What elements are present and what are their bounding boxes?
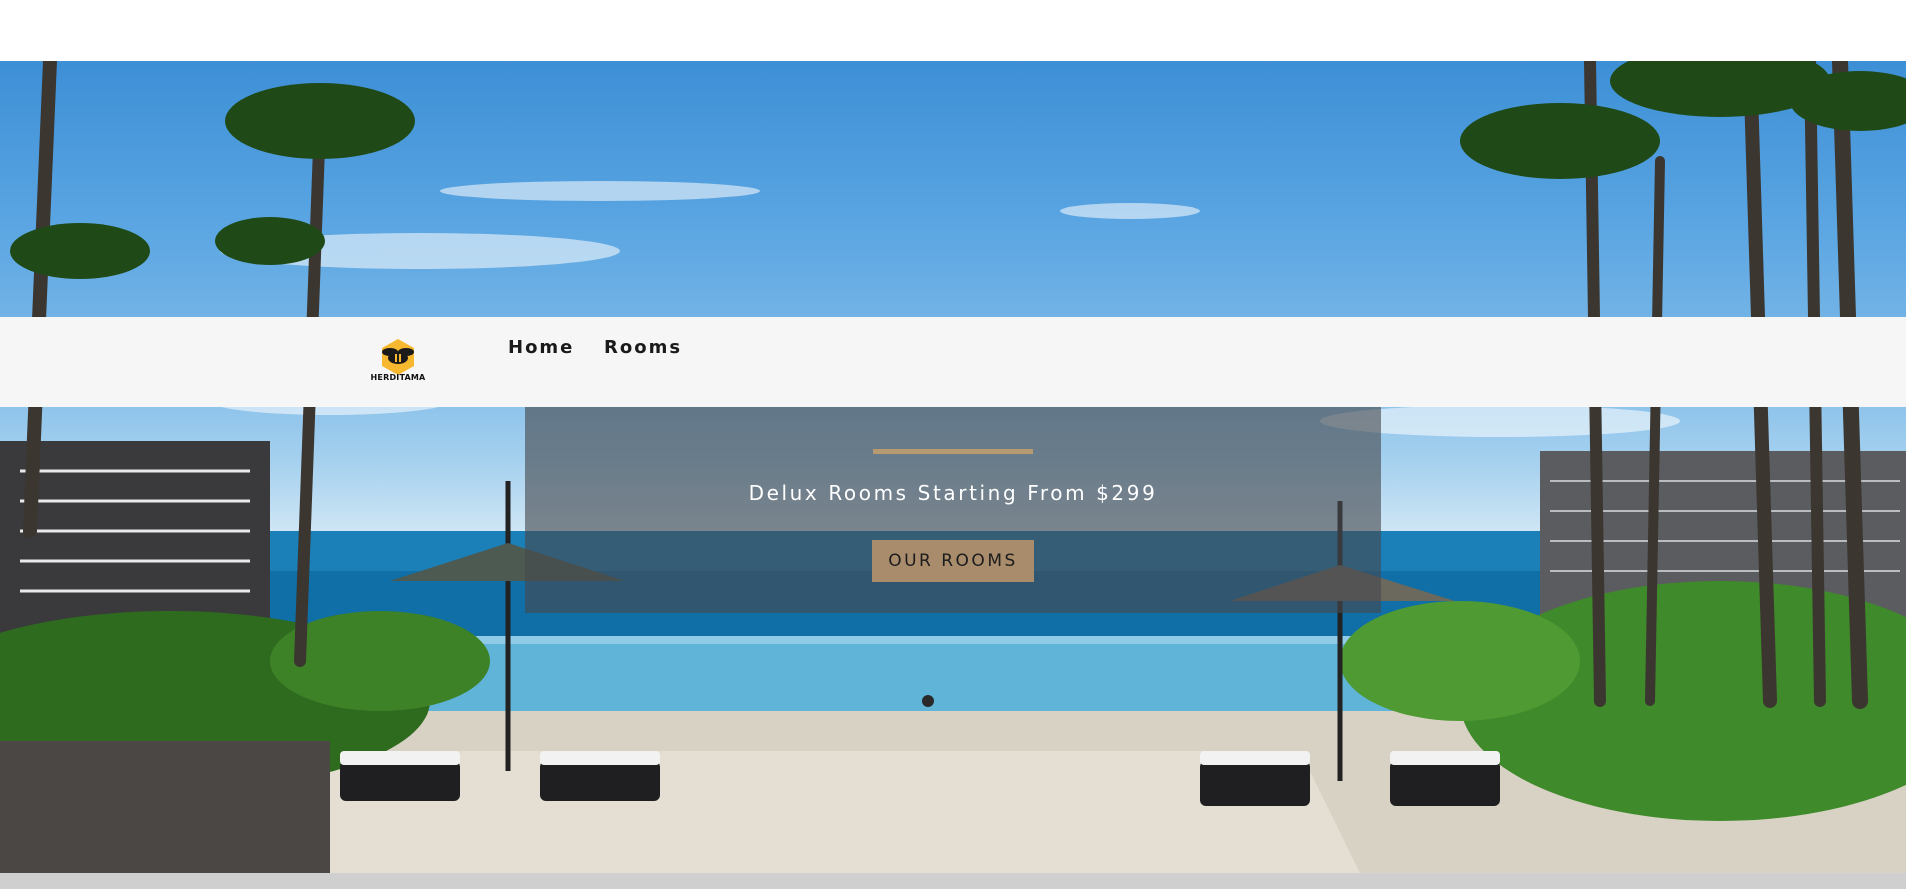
hero-caption-panel: Delux Rooms Starting From $299 OUR ROOMS <box>525 407 1381 613</box>
our-rooms-button[interactable]: OUR ROOMS <box>872 540 1034 582</box>
bee-hexagon-icon <box>382 339 414 375</box>
accent-divider <box>873 449 1033 454</box>
top-strip <box>0 0 1906 61</box>
bottom-strip <box>0 873 1906 889</box>
brand-logo-text: HERDITAMA <box>370 373 426 382</box>
nav-home[interactable]: Home <box>508 337 574 358</box>
nav-rooms[interactable]: Rooms <box>604 337 682 358</box>
brand-logo[interactable]: HERDITAMA <box>368 337 428 389</box>
page: HERDITAMA Home Rooms Delux Rooms Startin… <box>0 0 1906 889</box>
navbar: HERDITAMA Home Rooms <box>0 317 1906 407</box>
hero-subtitle: Delux Rooms Starting From $299 <box>748 481 1158 505</box>
